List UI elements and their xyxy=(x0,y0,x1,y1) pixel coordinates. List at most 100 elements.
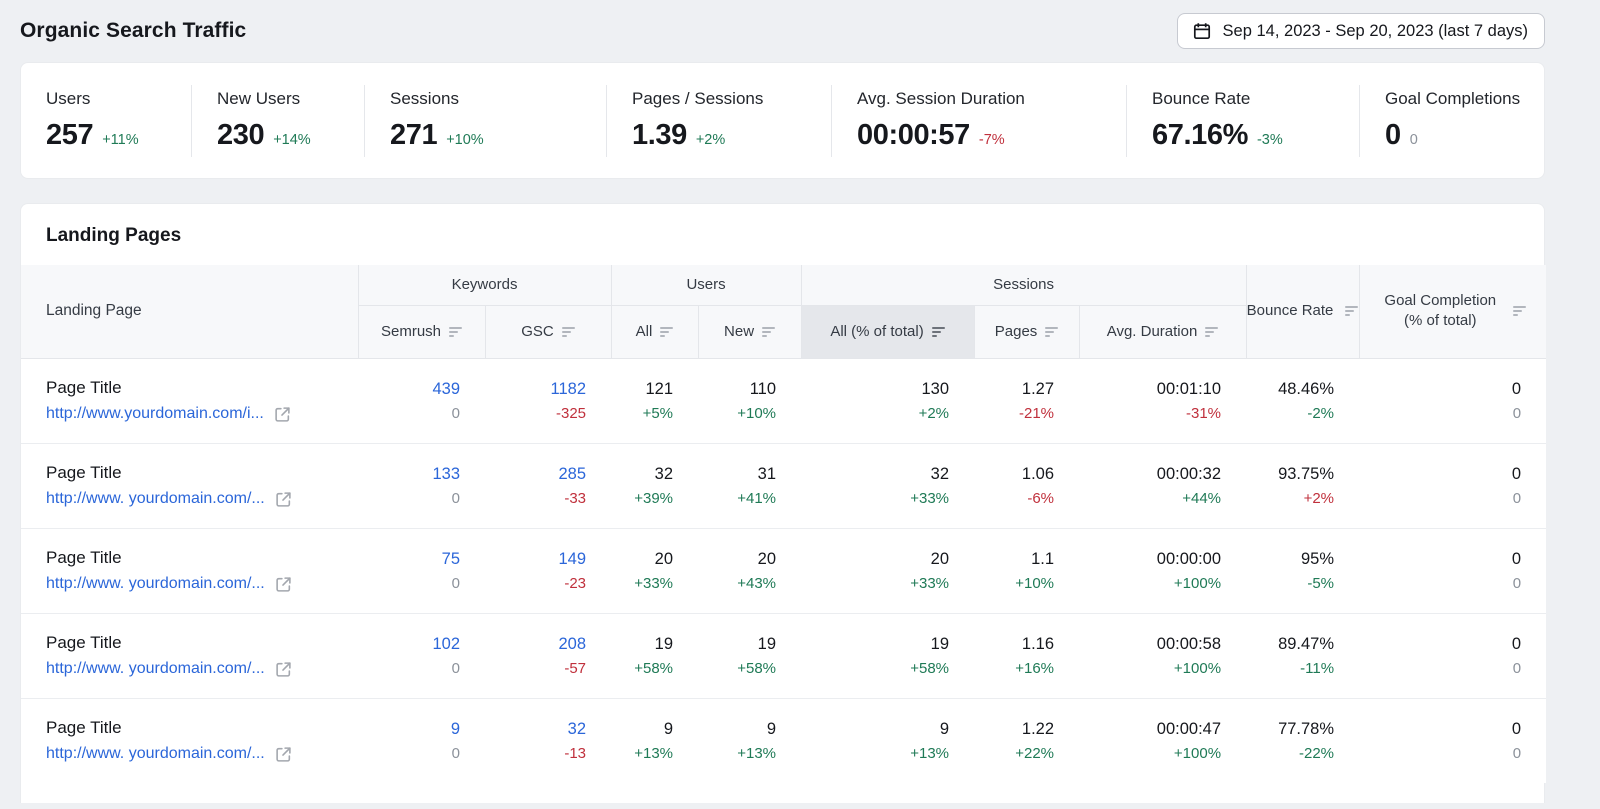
stat-delta: 0 xyxy=(1410,132,1418,148)
stat-delta: -7% xyxy=(979,132,1005,148)
keyword-count-link[interactable]: 9 xyxy=(358,720,460,739)
page-title-text: Page Title xyxy=(46,548,358,568)
goal-completion-cell: 00 xyxy=(1359,358,1546,443)
sessions-all-cell: 130+2% xyxy=(801,358,974,443)
keyword-count-link[interactable]: 102 xyxy=(358,635,460,654)
col-group-keywords: Keywords xyxy=(358,265,611,305)
stat-value: 00:00:57 xyxy=(857,119,970,152)
landing-pages-card: Landing Pages Landing Page Keywords User… xyxy=(20,203,1545,803)
goal-completion-cell: 00 xyxy=(1359,698,1546,783)
goal-completion-cell: 00 xyxy=(1359,613,1546,698)
keyword-count-link[interactable]: 149 xyxy=(485,550,586,569)
col-header-users-new[interactable]: New xyxy=(698,305,801,358)
stat-users: Users 257+11% xyxy=(21,89,191,152)
stat-sessions: Sessions 271+10% xyxy=(365,89,606,152)
sort-icon xyxy=(660,327,673,337)
landing-page-cell: Page Title http://www.yourdomain.com/i..… xyxy=(21,358,358,443)
landing-pages-title: Landing Pages xyxy=(21,204,1544,265)
stat-avg-session-duration: Avg. Session Duration 00:00:57-7% xyxy=(832,89,1126,152)
goal-completion-cell: 00 xyxy=(1359,528,1546,613)
calendar-icon xyxy=(1192,21,1212,41)
semrush-keywords-cell: 1330 xyxy=(358,443,485,528)
stat-value: 257 xyxy=(46,119,93,152)
keyword-count-link[interactable]: 285 xyxy=(485,465,586,484)
stat-delta: +14% xyxy=(273,132,311,148)
external-link-icon[interactable] xyxy=(275,491,292,508)
external-link-icon[interactable] xyxy=(275,661,292,678)
col-header-avg-duration[interactable]: Avg. Duration xyxy=(1079,305,1246,358)
col-header-goal-completion[interactable]: Goal Completion (% of total) xyxy=(1359,265,1546,358)
avg-duration-cell: 00:00:47+100% xyxy=(1079,698,1246,783)
external-link-icon[interactable] xyxy=(274,406,291,423)
sort-icon xyxy=(1513,306,1526,316)
sessions-pages-cell: 1.1+10% xyxy=(974,528,1079,613)
stat-pages-per-session: Pages / Sessions 1.39+2% xyxy=(607,89,831,152)
users-all-cell: 121+5% xyxy=(611,358,698,443)
gsc-keywords-cell: 149-23 xyxy=(485,528,611,613)
bounce-rate-cell: 89.47%-11% xyxy=(1246,613,1359,698)
page-title-text: Page Title xyxy=(46,633,358,653)
page-url-link[interactable]: http://www. yourdomain.com/... xyxy=(46,575,265,593)
semrush-keywords-cell: 750 xyxy=(358,528,485,613)
sort-icon xyxy=(562,327,575,337)
external-link-icon[interactable] xyxy=(275,576,292,593)
col-header-landing-page: Landing Page xyxy=(21,265,358,358)
sessions-pages-cell: 1.16+16% xyxy=(974,613,1079,698)
sessions-all-cell: 19+58% xyxy=(801,613,974,698)
semrush-keywords-cell: 1020 xyxy=(358,613,485,698)
page-title: Organic Search Traffic xyxy=(20,19,246,43)
users-new-cell: 19+58% xyxy=(698,613,801,698)
keyword-count-link[interactable]: 133 xyxy=(358,465,460,484)
table-row: Page Title http://www. yourdomain.com/..… xyxy=(21,443,1546,528)
gsc-keywords-cell: 285-33 xyxy=(485,443,611,528)
page-url-link[interactable]: http://www. yourdomain.com/... xyxy=(46,660,265,678)
sort-icon xyxy=(449,327,462,337)
users-all-cell: 20+33% xyxy=(611,528,698,613)
stat-delta: +11% xyxy=(102,132,138,148)
landing-page-cell: Page Title http://www. yourdomain.com/..… xyxy=(21,613,358,698)
table-row: Page Title http://www. yourdomain.com/..… xyxy=(21,528,1546,613)
users-all-cell: 32+39% xyxy=(611,443,698,528)
sort-icon xyxy=(762,327,775,337)
stat-value: 230 xyxy=(217,119,264,152)
avg-duration-cell: 00:00:58+100% xyxy=(1079,613,1246,698)
stat-goal-completions: Goal Completions 00 xyxy=(1360,89,1544,152)
col-header-semrush[interactable]: Semrush xyxy=(358,305,485,358)
col-header-sessions-all-pct[interactable]: All (% of total) xyxy=(801,305,974,358)
page-url-link[interactable]: http://www.yourdomain.com/i... xyxy=(46,405,264,423)
external-link-icon[interactable] xyxy=(275,746,292,763)
col-header-gsc[interactable]: GSC xyxy=(485,305,611,358)
page-url-link[interactable]: http://www. yourdomain.com/... xyxy=(46,490,265,508)
goal-completion-cell: 00 xyxy=(1359,443,1546,528)
avg-duration-cell: 00:00:00+100% xyxy=(1079,528,1246,613)
col-header-users-all[interactable]: All xyxy=(611,305,698,358)
bounce-rate-cell: 95%-5% xyxy=(1246,528,1359,613)
table-row: Page Title http://www.yourdomain.com/i..… xyxy=(21,358,1546,443)
users-new-cell: 31+41% xyxy=(698,443,801,528)
users-new-cell: 110+10% xyxy=(698,358,801,443)
stat-value: 271 xyxy=(390,119,437,152)
keyword-count-link[interactable]: 32 xyxy=(485,720,586,739)
keyword-count-link[interactable]: 75 xyxy=(358,550,460,569)
topbar: Organic Search Traffic Sep 14, 2023 - Se… xyxy=(0,0,1600,62)
keyword-count-link[interactable]: 208 xyxy=(485,635,586,654)
sort-icon xyxy=(932,327,945,337)
semrush-keywords-cell: 4390 xyxy=(358,358,485,443)
col-header-bounce-rate[interactable]: Bounce Rate xyxy=(1246,265,1359,358)
date-range-picker[interactable]: Sep 14, 2023 - Sep 20, 2023 (last 7 days… xyxy=(1177,13,1545,49)
sessions-pages-cell: 1.22+22% xyxy=(974,698,1079,783)
gsc-keywords-cell: 1182-325 xyxy=(485,358,611,443)
bounce-rate-cell: 93.75%+2% xyxy=(1246,443,1359,528)
sessions-all-cell: 9+13% xyxy=(801,698,974,783)
avg-duration-cell: 00:01:10-31% xyxy=(1079,358,1246,443)
gsc-keywords-cell: 32-13 xyxy=(485,698,611,783)
semrush-keywords-cell: 90 xyxy=(358,698,485,783)
table-row: Page Title http://www. yourdomain.com/..… xyxy=(21,613,1546,698)
keyword-count-link[interactable]: 1182 xyxy=(485,380,586,399)
stat-delta: -3% xyxy=(1257,132,1283,148)
avg-duration-cell: 00:00:32+44% xyxy=(1079,443,1246,528)
bounce-rate-cell: 48.46%-2% xyxy=(1246,358,1359,443)
col-header-sessions-pages[interactable]: Pages xyxy=(974,305,1079,358)
keyword-count-link[interactable]: 439 xyxy=(358,380,460,399)
page-url-link[interactable]: http://www. yourdomain.com/... xyxy=(46,745,265,763)
